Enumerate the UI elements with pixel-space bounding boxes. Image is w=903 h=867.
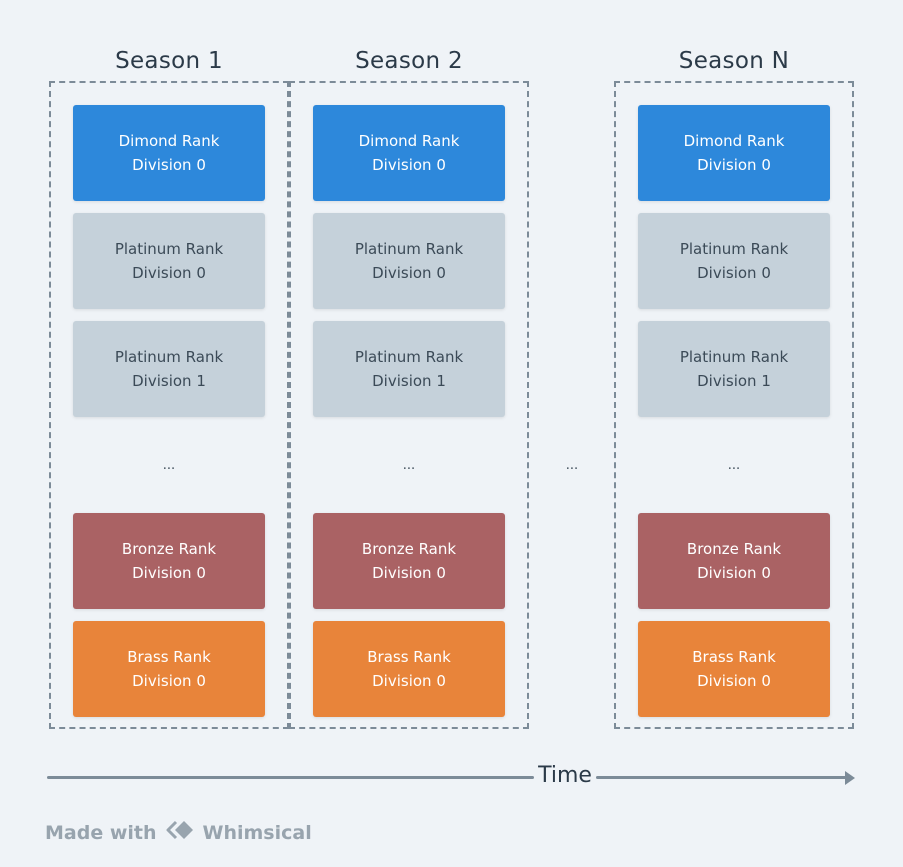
card-rank: Platinum Rank bbox=[354, 348, 464, 366]
card-platinum-div0[interactable]: Platinum Rank Division 0 bbox=[638, 213, 830, 309]
between-seasons-ellipsis: ... bbox=[565, 458, 579, 473]
card-bronze-div0[interactable]: Bronze Rank Division 0 bbox=[638, 513, 830, 609]
card-rank: Platinum Rank bbox=[114, 348, 224, 366]
card-brass-div0[interactable]: Brass Rank Division 0 bbox=[313, 621, 505, 717]
card-bronze-div0[interactable]: Bronze Rank Division 0 bbox=[313, 513, 505, 609]
card-rank: Brass Rank bbox=[692, 648, 776, 666]
card-division: Division 0 bbox=[132, 264, 206, 282]
card-division: Division 0 bbox=[697, 264, 771, 282]
card-rank: Brass Rank bbox=[127, 648, 211, 666]
timeline-label: Time bbox=[538, 763, 592, 788]
card-rank: Brass Rank bbox=[367, 648, 451, 666]
card-division: Division 0 bbox=[132, 156, 206, 174]
timeline-line-right bbox=[596, 776, 848, 779]
card-diamond-div0[interactable]: Dimond Rank Division 0 bbox=[638, 105, 830, 201]
card-platinum-div1[interactable]: Platinum Rank Division 1 bbox=[313, 321, 505, 417]
card-division: Division 0 bbox=[132, 672, 206, 690]
card-platinum-div0[interactable]: Platinum Rank Division 0 bbox=[73, 213, 265, 309]
card-division: Division 0 bbox=[372, 564, 446, 582]
card-division: Division 1 bbox=[132, 372, 206, 390]
card-platinum-div1[interactable]: Platinum Rank Division 1 bbox=[73, 321, 265, 417]
whimsical-brand: Whimsical bbox=[202, 821, 312, 844]
card-diamond-div0[interactable]: Dimond Rank Division 0 bbox=[73, 105, 265, 201]
card-rank: Platinum Rank bbox=[114, 240, 224, 258]
card-division: Division 0 bbox=[372, 156, 446, 174]
card-division: Division 1 bbox=[372, 372, 446, 390]
card-platinum-div0[interactable]: Platinum Rank Division 0 bbox=[313, 213, 505, 309]
card-diamond-div0[interactable]: Dimond Rank Division 0 bbox=[313, 105, 505, 201]
made-with-text: Made with bbox=[45, 821, 157, 844]
card-division: Division 1 bbox=[697, 372, 771, 390]
card-division: Division 0 bbox=[132, 564, 206, 582]
card-division: Division 0 bbox=[372, 672, 446, 690]
card-rank: Dimond Rank bbox=[683, 132, 785, 150]
season-n-title: Season N bbox=[678, 48, 790, 74]
card-platinum-div1[interactable]: Platinum Rank Division 1 bbox=[638, 321, 830, 417]
card-brass-div0[interactable]: Brass Rank Division 0 bbox=[638, 621, 830, 717]
card-division: Division 0 bbox=[372, 264, 446, 282]
whimsical-watermark[interactable]: Made with Whimsical bbox=[45, 820, 312, 845]
arrow-right-icon bbox=[845, 771, 855, 785]
card-division: Division 0 bbox=[697, 156, 771, 174]
card-rank: Platinum Rank bbox=[679, 240, 789, 258]
ellipsis: ... bbox=[727, 458, 741, 473]
ellipsis: ... bbox=[402, 458, 416, 473]
season-1-title: Season 1 bbox=[115, 48, 223, 74]
card-rank: Bronze Rank bbox=[121, 540, 217, 558]
timeline-line-left bbox=[47, 776, 534, 779]
whimsical-logo-icon bbox=[165, 820, 197, 845]
card-rank: Dimond Rank bbox=[358, 132, 460, 150]
card-division: Division 0 bbox=[697, 564, 771, 582]
card-division: Division 0 bbox=[697, 672, 771, 690]
ellipsis: ... bbox=[162, 458, 176, 473]
season-2-title: Season 2 bbox=[355, 48, 463, 74]
card-brass-div0[interactable]: Brass Rank Division 0 bbox=[73, 621, 265, 717]
card-rank: Bronze Rank bbox=[361, 540, 457, 558]
card-rank: Platinum Rank bbox=[679, 348, 789, 366]
card-rank: Dimond Rank bbox=[118, 132, 220, 150]
card-rank: Bronze Rank bbox=[686, 540, 782, 558]
card-bronze-div0[interactable]: Bronze Rank Division 0 bbox=[73, 513, 265, 609]
card-rank: Platinum Rank bbox=[354, 240, 464, 258]
